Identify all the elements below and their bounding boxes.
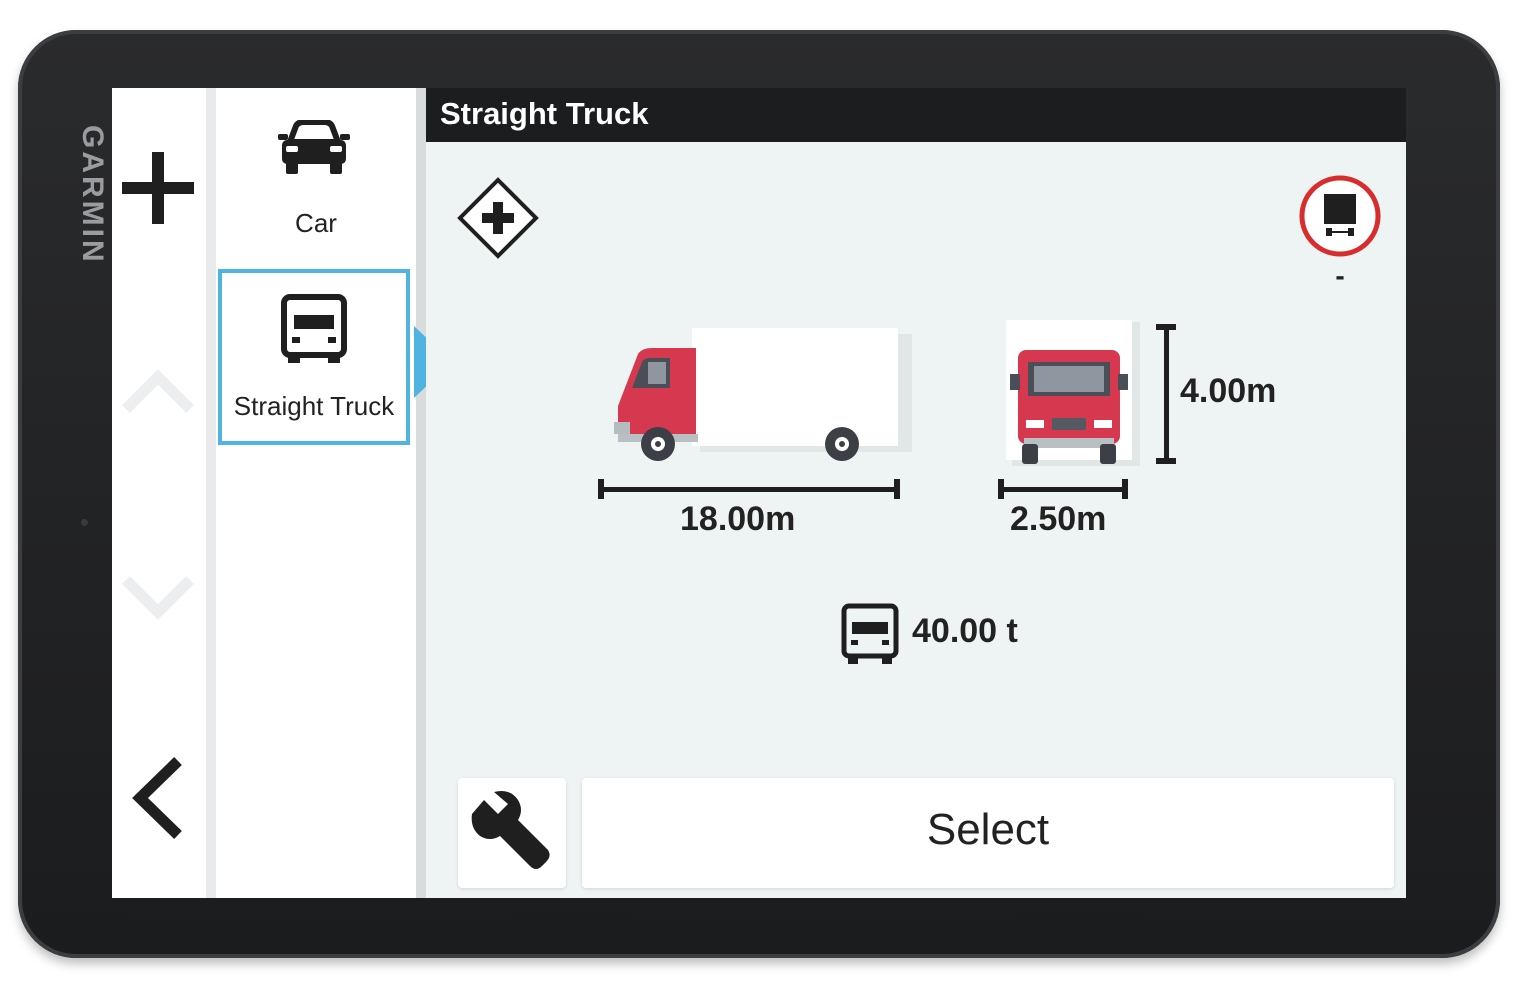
truck-icon (281, 294, 347, 363)
width-dimension-line (998, 479, 1128, 499)
control-column (112, 88, 216, 898)
truck-side-illustration (614, 328, 912, 461)
scroll-up-button[interactable] (120, 363, 196, 423)
length-dimension-line (598, 479, 900, 499)
scroll-down-button[interactable] (120, 566, 196, 626)
restriction-value: - (1335, 260, 1345, 291)
hazmat-add-icon (457, 177, 539, 259)
weight-truck-icon (841, 603, 899, 664)
height-dimension-line (1156, 324, 1176, 464)
trailer-restriction-button[interactable] (1296, 172, 1384, 260)
vehicle-settings-button[interactable] (458, 778, 566, 888)
length-value: 18.00m (680, 500, 796, 538)
light-sensor (81, 519, 88, 526)
add-hazmat-button[interactable] (456, 176, 540, 260)
vehicle-detail-pane: Straight Truck - 18.00m 2.50m 4.00m 40.0… (426, 88, 1406, 898)
vehicle-list: Car Straight Truck (216, 88, 426, 898)
car-icon (278, 120, 350, 174)
trailer-restriction-icon (1299, 175, 1381, 257)
wrench-icon (471, 791, 550, 869)
select-button[interactable]: Select (582, 778, 1394, 888)
vehicle-item-label: Car (295, 208, 337, 238)
column-divider (206, 88, 216, 898)
back-button[interactable] (126, 753, 194, 843)
vehicle-item-label: Straight Truck (233, 391, 395, 421)
vehicle-item-straight-truck[interactable]: Straight Truck (218, 269, 410, 445)
page-title: Straight Truck (440, 96, 649, 131)
vehicle-item-car[interactable]: Car (216, 88, 416, 264)
title-bar: Straight Truck (426, 88, 1406, 142)
chevron-down-icon (122, 576, 194, 620)
weight-value: 40.00 t (912, 612, 1018, 650)
garmin-logo: GARMIN (76, 125, 109, 265)
width-value: 2.50m (1010, 500, 1107, 538)
device-screen: Car Straight Truck Straight Truck - 18.0… (112, 88, 1406, 898)
height-value: 4.00m (1180, 372, 1277, 410)
truck-front-illustration (1006, 320, 1140, 466)
list-divider (416, 88, 426, 898)
chevron-up-icon (122, 369, 194, 413)
plus-icon (122, 152, 194, 224)
add-vehicle-button[interactable] (118, 148, 198, 228)
chevron-left-icon (132, 757, 182, 839)
